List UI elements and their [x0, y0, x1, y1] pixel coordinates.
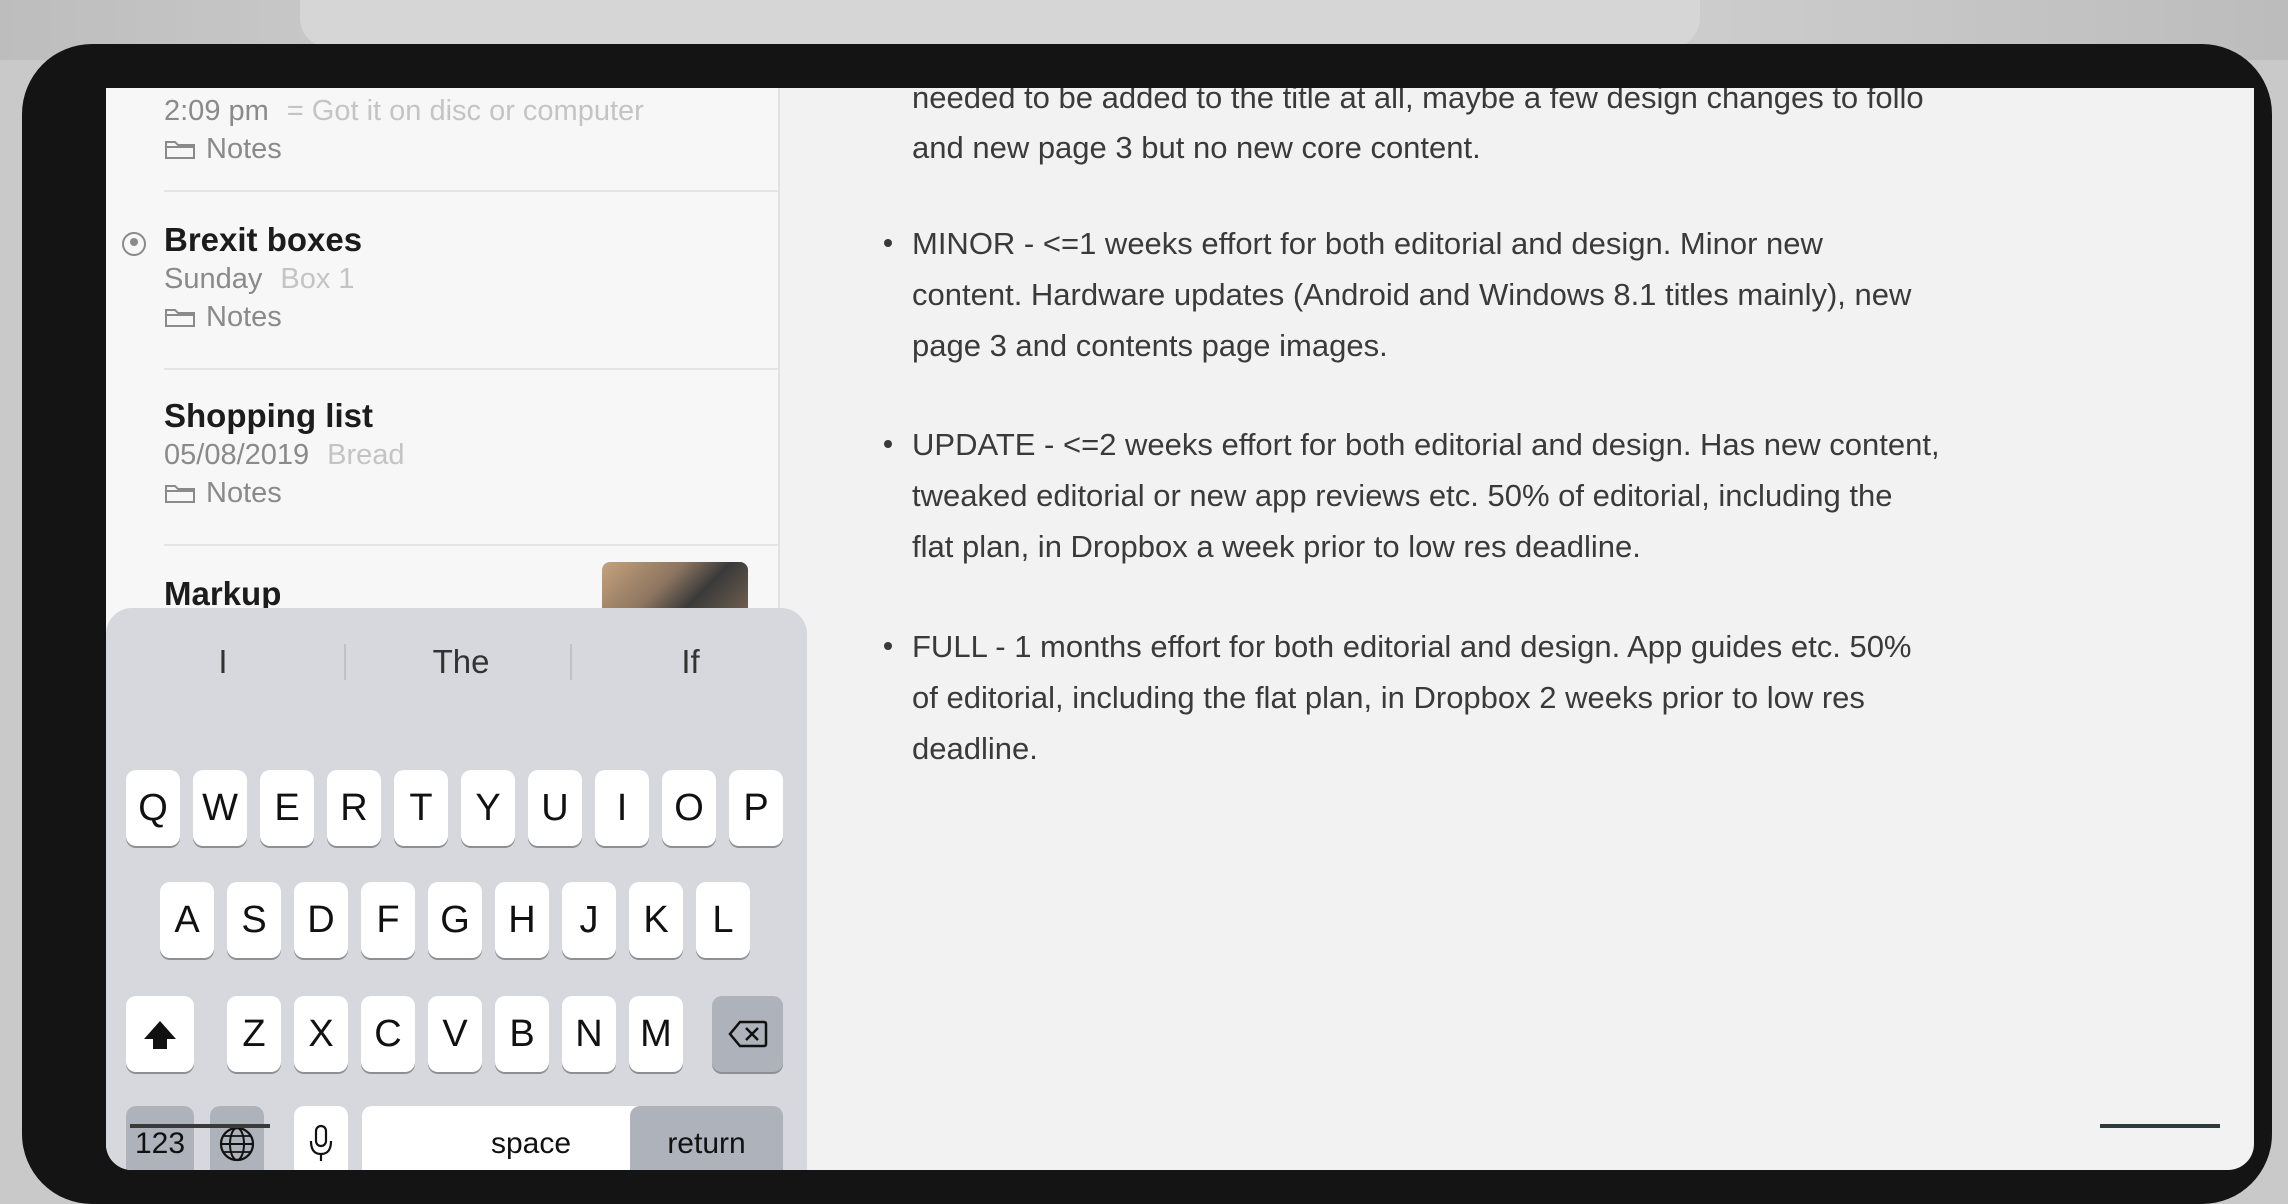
bullet-line: MINOR - <=1 weeks effort for both editor… [912, 226, 1823, 261]
note-preview: = Got it on disc or computer [286, 95, 644, 127]
shift-key[interactable] [126, 996, 194, 1072]
key-c[interactable]: C [361, 996, 415, 1072]
bullet-line: page 3 and contents page images. [912, 328, 1388, 363]
note-item-shopping-list[interactable]: Shopping list 05/08/2019 Bread Notes [164, 396, 764, 512]
bezel-reflection [130, 1124, 270, 1128]
key-d[interactable]: D [294, 882, 348, 958]
note-date: 2:09 pm [164, 95, 269, 127]
floating-keyboard: I The If Q W E R T Y U I O P A S D F G H [106, 608, 807, 1170]
shift-icon [144, 1021, 176, 1049]
shared-icon [122, 232, 146, 256]
predictive-bar: I The If [106, 608, 807, 716]
bullet-line: of editorial, including the flat plan, i… [912, 680, 1865, 715]
note-preview: Bread [327, 439, 405, 471]
bullet-line: flat plan, in Dropbox a week prior to lo… [912, 529, 1641, 564]
key-a[interactable]: A [160, 882, 214, 958]
numbers-key[interactable]: 123 [126, 1106, 194, 1170]
dictation-key[interactable] [294, 1106, 348, 1170]
note-separator [164, 544, 778, 546]
return-key[interactable]: return [630, 1106, 783, 1170]
notes-app-screen: 2:09 pm = Got it on disc or computer Note… [106, 88, 2254, 1170]
key-n[interactable]: N [562, 996, 616, 1072]
prediction-suggestion[interactable]: The [348, 634, 574, 690]
globe-icon [219, 1126, 255, 1162]
key-m[interactable]: M [629, 996, 683, 1072]
folder-icon [165, 485, 195, 503]
key-q[interactable]: Q [126, 770, 180, 846]
key-w[interactable]: W [193, 770, 247, 846]
bullet-item-full: FULL - 1 months effort for both editoria… [884, 621, 2232, 774]
key-j[interactable]: J [562, 882, 616, 958]
note-title: Brexit boxes [164, 221, 363, 258]
key-u[interactable]: U [528, 770, 582, 846]
note-folder: Notes [164, 130, 764, 168]
key-e[interactable]: E [260, 770, 314, 846]
key-k[interactable]: K [629, 882, 683, 958]
key-v[interactable]: V [428, 996, 482, 1072]
key-o[interactable]: O [662, 770, 716, 846]
key-g[interactable]: G [428, 882, 482, 958]
bullet-line: tweaked editorial or new app reviews etc… [912, 478, 1893, 513]
key-s[interactable]: S [227, 882, 281, 958]
bullet-line: content. Hardware updates (Android and W… [912, 277, 1912, 312]
bullet-line: deadline. [912, 731, 1038, 766]
folder-icon [165, 141, 195, 159]
key-x[interactable]: X [294, 996, 348, 1072]
bullet-dot [884, 642, 892, 650]
backspace-key[interactable] [712, 996, 783, 1072]
prediction-suggestion[interactable]: If [574, 634, 807, 690]
bullet-dot [884, 239, 892, 247]
globe-key[interactable] [210, 1106, 264, 1170]
note-date: Sunday [164, 263, 263, 295]
bezel-reflection [2100, 1124, 2220, 1128]
note-separator [164, 368, 778, 370]
note-item-brexit-boxes[interactable]: Brexit boxes Sunday Box 1 Notes [164, 220, 764, 336]
backspace-icon [727, 1020, 767, 1048]
key-f[interactable]: F [361, 882, 415, 958]
note-preview: Box 1 [280, 263, 355, 295]
note-separator [164, 190, 778, 192]
note-date: 05/08/2019 [164, 439, 310, 471]
note-folder-label: Notes [206, 301, 282, 333]
note-title: Shopping list [164, 397, 373, 434]
key-i[interactable]: I [595, 770, 649, 846]
key-b[interactable]: B [495, 996, 549, 1072]
note-item-1[interactable]: 2:09 pm = Got it on disc or computer Note… [164, 92, 764, 168]
key-t[interactable]: T [394, 770, 448, 846]
background-band [300, 0, 1700, 48]
ipad-device: 2:09 pm = Got it on disc or computer Note… [22, 44, 2272, 1204]
key-p[interactable]: P [729, 770, 783, 846]
note-folder: Notes [164, 298, 764, 336]
note-meta: 05/08/2019 Bread [164, 436, 764, 474]
note-folder-label: Notes [206, 477, 282, 509]
prediction-divider [570, 644, 572, 680]
bullet-line: FULL - 1 months effort for both editoria… [912, 629, 1912, 664]
folder-icon [165, 309, 195, 327]
note-folder: Notes [164, 474, 764, 512]
microphone-icon [309, 1124, 333, 1161]
key-y[interactable]: Y [461, 770, 515, 846]
note-meta: Sunday Box 1 [164, 260, 764, 298]
bullet-dot [884, 440, 892, 448]
bullet-line: UPDATE - <=2 weeks effort for both edito… [912, 427, 1940, 462]
prediction-suggestion[interactable]: I [106, 634, 340, 690]
note-folder-label: Notes [206, 133, 282, 165]
note-text-line: needed to be added to the title at all, … [912, 88, 1924, 115]
note-text-line: and new page 3 but no new core content. [912, 130, 1481, 165]
key-z[interactable]: Z [227, 996, 281, 1072]
prediction-divider [344, 644, 346, 680]
bullet-item-update: UPDATE - <=2 weeks effort for both edito… [884, 419, 2232, 572]
key-l[interactable]: L [696, 882, 750, 958]
note-meta: 2:09 pm = Got it on disc or computer [164, 92, 764, 130]
bullet-item-minor: MINOR - <=1 weeks effort for both editor… [884, 218, 2232, 371]
key-h[interactable]: H [495, 882, 549, 958]
key-r[interactable]: R [327, 770, 381, 846]
